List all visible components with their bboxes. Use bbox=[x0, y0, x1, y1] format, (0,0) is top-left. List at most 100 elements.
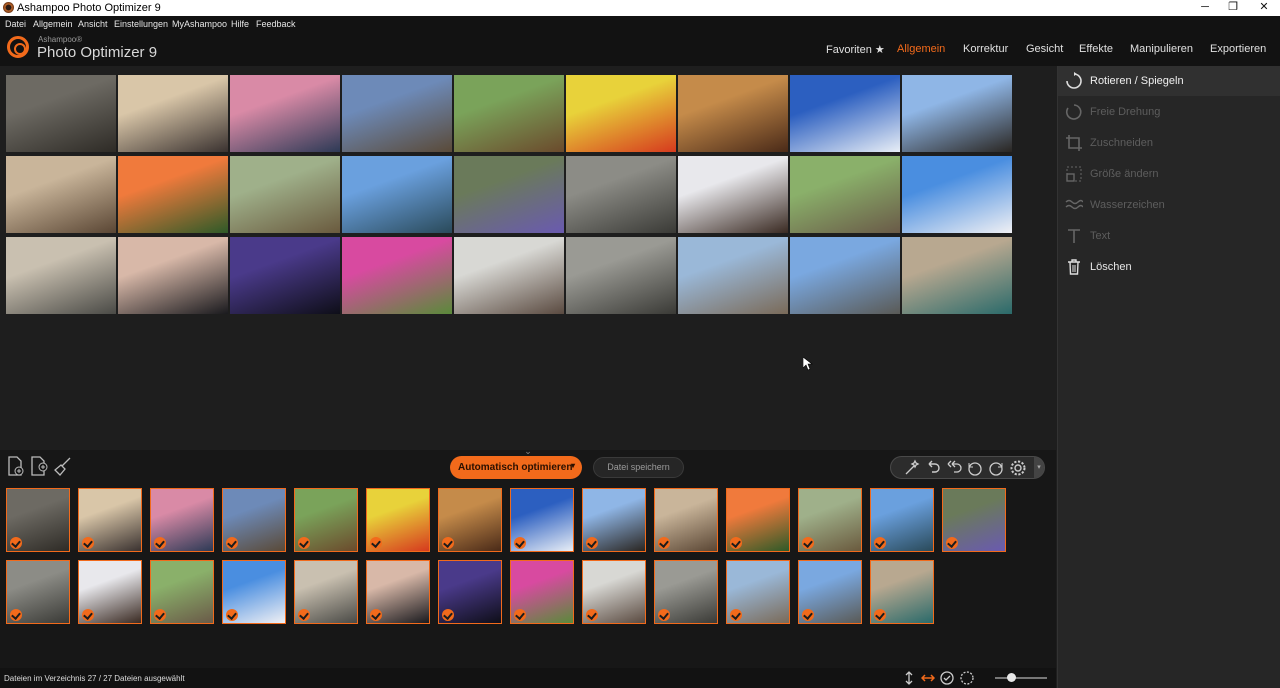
thumbnail-towers-night[interactable] bbox=[438, 560, 502, 624]
checkmark-icon[interactable] bbox=[82, 609, 94, 621]
thumbnail-dried-fruits[interactable] bbox=[438, 488, 502, 552]
photo-houses-sepia[interactable] bbox=[6, 156, 116, 233]
checkmark-icon[interactable] bbox=[730, 537, 742, 549]
checkmark-icon[interactable] bbox=[586, 609, 598, 621]
thumbnail-orange-flowers[interactable] bbox=[726, 488, 790, 552]
zoom-slider[interactable] bbox=[995, 677, 1047, 679]
thumbnail-blue-dome[interactable] bbox=[222, 560, 286, 624]
tool-rotate-flip[interactable]: Rotieren / Spiegeln bbox=[1058, 66, 1280, 96]
checkmark-icon[interactable] bbox=[10, 609, 22, 621]
photo-monkeys[interactable] bbox=[566, 156, 676, 233]
checkmark-icon[interactable] bbox=[10, 537, 22, 549]
photo-towers-night[interactable] bbox=[230, 237, 340, 314]
thumbnail-venice-canal[interactable] bbox=[870, 560, 934, 624]
thumbnail-mountain-lake[interactable] bbox=[870, 488, 934, 552]
thumbnail-mules-street[interactable] bbox=[78, 560, 142, 624]
checkmark-icon[interactable] bbox=[298, 537, 310, 549]
thumbnail-park-bench[interactable] bbox=[150, 560, 214, 624]
photo-desert-houses[interactable] bbox=[678, 237, 788, 314]
photo-village-flowers[interactable] bbox=[454, 156, 564, 233]
thumbnail-horse-fence[interactable] bbox=[294, 488, 358, 552]
menu-ansicht[interactable]: Ansicht bbox=[78, 19, 108, 29]
tab-manipulieren[interactable]: Manipulieren bbox=[1130, 43, 1193, 55]
tab-favoriten[interactable]: Favoriten ★ bbox=[826, 43, 885, 56]
checkmark-icon[interactable] bbox=[658, 609, 670, 621]
menu-allgemein[interactable]: Allgemein bbox=[33, 19, 73, 29]
checkmark-icon[interactable] bbox=[514, 609, 526, 621]
photo-blue-dome[interactable] bbox=[902, 156, 1012, 233]
undo-icon[interactable] bbox=[924, 459, 942, 477]
thumbnail-tree-mountain[interactable] bbox=[222, 488, 286, 552]
photo-heron-roof[interactable] bbox=[790, 75, 900, 152]
photo-harbor-view[interactable] bbox=[790, 237, 900, 314]
clear-list-icon[interactable] bbox=[53, 456, 73, 476]
checkmark-icon[interactable] bbox=[802, 609, 814, 621]
thumbnail-old-houses[interactable] bbox=[582, 488, 646, 552]
photo-mountain-lake[interactable] bbox=[342, 156, 452, 233]
checkmark-icon[interactable] bbox=[514, 537, 526, 549]
deselect-all-icon[interactable] bbox=[960, 671, 974, 685]
menu-einstellungen[interactable]: Einstellungen bbox=[114, 19, 168, 29]
select-all-icon[interactable] bbox=[940, 671, 954, 685]
horizontal-layout-icon[interactable] bbox=[921, 671, 935, 685]
thumbnail-stone-face[interactable] bbox=[654, 560, 718, 624]
tab-korrektur[interactable]: Korrektur bbox=[963, 43, 1008, 55]
thumbnail-sunset-lake[interactable] bbox=[150, 488, 214, 552]
thumbnail-colonial-building[interactable] bbox=[294, 560, 358, 624]
photo-yellow-butterfly[interactable] bbox=[566, 75, 676, 152]
photo-temple-ruins[interactable] bbox=[6, 75, 116, 152]
thumbnail-cat-on-steps[interactable] bbox=[78, 488, 142, 552]
checkmark-icon[interactable] bbox=[82, 537, 94, 549]
thumbnail-marmot[interactable] bbox=[798, 488, 862, 552]
save-file-button[interactable]: Datei speichern bbox=[593, 457, 684, 478]
menu-datei[interactable]: Datei bbox=[5, 19, 26, 29]
collapse-handle-icon[interactable]: ⌄ bbox=[521, 447, 535, 456]
photo-sea-lions[interactable] bbox=[454, 237, 564, 314]
photo-cat-on-steps[interactable] bbox=[118, 75, 228, 152]
tool-resize[interactable]: Größe ändern bbox=[1058, 159, 1280, 189]
checkmark-icon[interactable] bbox=[586, 537, 598, 549]
zoom-slider-handle[interactable] bbox=[1006, 673, 1016, 682]
tab-exportieren[interactable]: Exportieren bbox=[1210, 43, 1266, 55]
tool-watermark[interactable]: Wasserzeichen bbox=[1058, 190, 1280, 220]
checkmark-icon[interactable] bbox=[370, 537, 382, 549]
tool-free-rotation[interactable]: Freie Drehung bbox=[1058, 97, 1280, 127]
checkmark-icon[interactable] bbox=[874, 537, 886, 549]
checkmark-icon[interactable] bbox=[802, 537, 814, 549]
undo-all-icon[interactable] bbox=[945, 459, 963, 477]
photo-old-houses[interactable] bbox=[902, 75, 1012, 152]
photo-tree-mountain[interactable] bbox=[342, 75, 452, 152]
checkmark-icon[interactable] bbox=[442, 537, 454, 549]
tab-gesicht[interactable]: Gesicht bbox=[1026, 43, 1063, 55]
thumbnail-yellow-butterfly[interactable] bbox=[366, 488, 430, 552]
menu-myashampoo[interactable]: MyAshampoo bbox=[172, 19, 227, 29]
thumbnail-heron-roof[interactable] bbox=[510, 488, 574, 552]
tool-text[interactable]: Text bbox=[1058, 221, 1280, 251]
close-button[interactable]: ✕ bbox=[1249, 0, 1279, 16]
photo-orange-flowers[interactable] bbox=[118, 156, 228, 233]
thumbnail-monkeys[interactable] bbox=[6, 560, 70, 624]
tool-delete[interactable]: Löschen bbox=[1058, 252, 1280, 282]
magic-wand-icon[interactable] bbox=[903, 459, 921, 477]
thumbnail-pink-window[interactable] bbox=[510, 560, 574, 624]
photo-park-bench[interactable] bbox=[790, 156, 900, 233]
tab-effekte[interactable]: Effekte bbox=[1079, 43, 1113, 55]
thumbnail-temple-ruins[interactable] bbox=[6, 488, 70, 552]
rotate-left-icon[interactable] bbox=[966, 459, 984, 477]
photo-dried-fruits[interactable] bbox=[678, 75, 788, 152]
add-file-icon[interactable] bbox=[6, 456, 26, 476]
checkmark-icon[interactable] bbox=[730, 609, 742, 621]
tool-crop[interactable]: Zuschneiden bbox=[1058, 128, 1280, 158]
menu-feedback[interactable]: Feedback bbox=[256, 19, 296, 29]
photo-sunset-lake[interactable] bbox=[230, 75, 340, 152]
tab-allgemein[interactable]: Allgemein bbox=[897, 43, 945, 55]
checkmark-icon[interactable] bbox=[154, 537, 166, 549]
checkmark-icon[interactable] bbox=[874, 609, 886, 621]
photo-palm-silhouettes[interactable] bbox=[118, 237, 228, 314]
add-folder-icon[interactable] bbox=[29, 456, 49, 476]
rotate-right-icon[interactable] bbox=[987, 459, 1005, 477]
photo-pink-window[interactable] bbox=[342, 237, 452, 314]
minimize-button[interactable]: ─ bbox=[1190, 0, 1220, 16]
photo-horse-fence[interactable] bbox=[454, 75, 564, 152]
photo-venice-canal[interactable] bbox=[902, 237, 1012, 314]
